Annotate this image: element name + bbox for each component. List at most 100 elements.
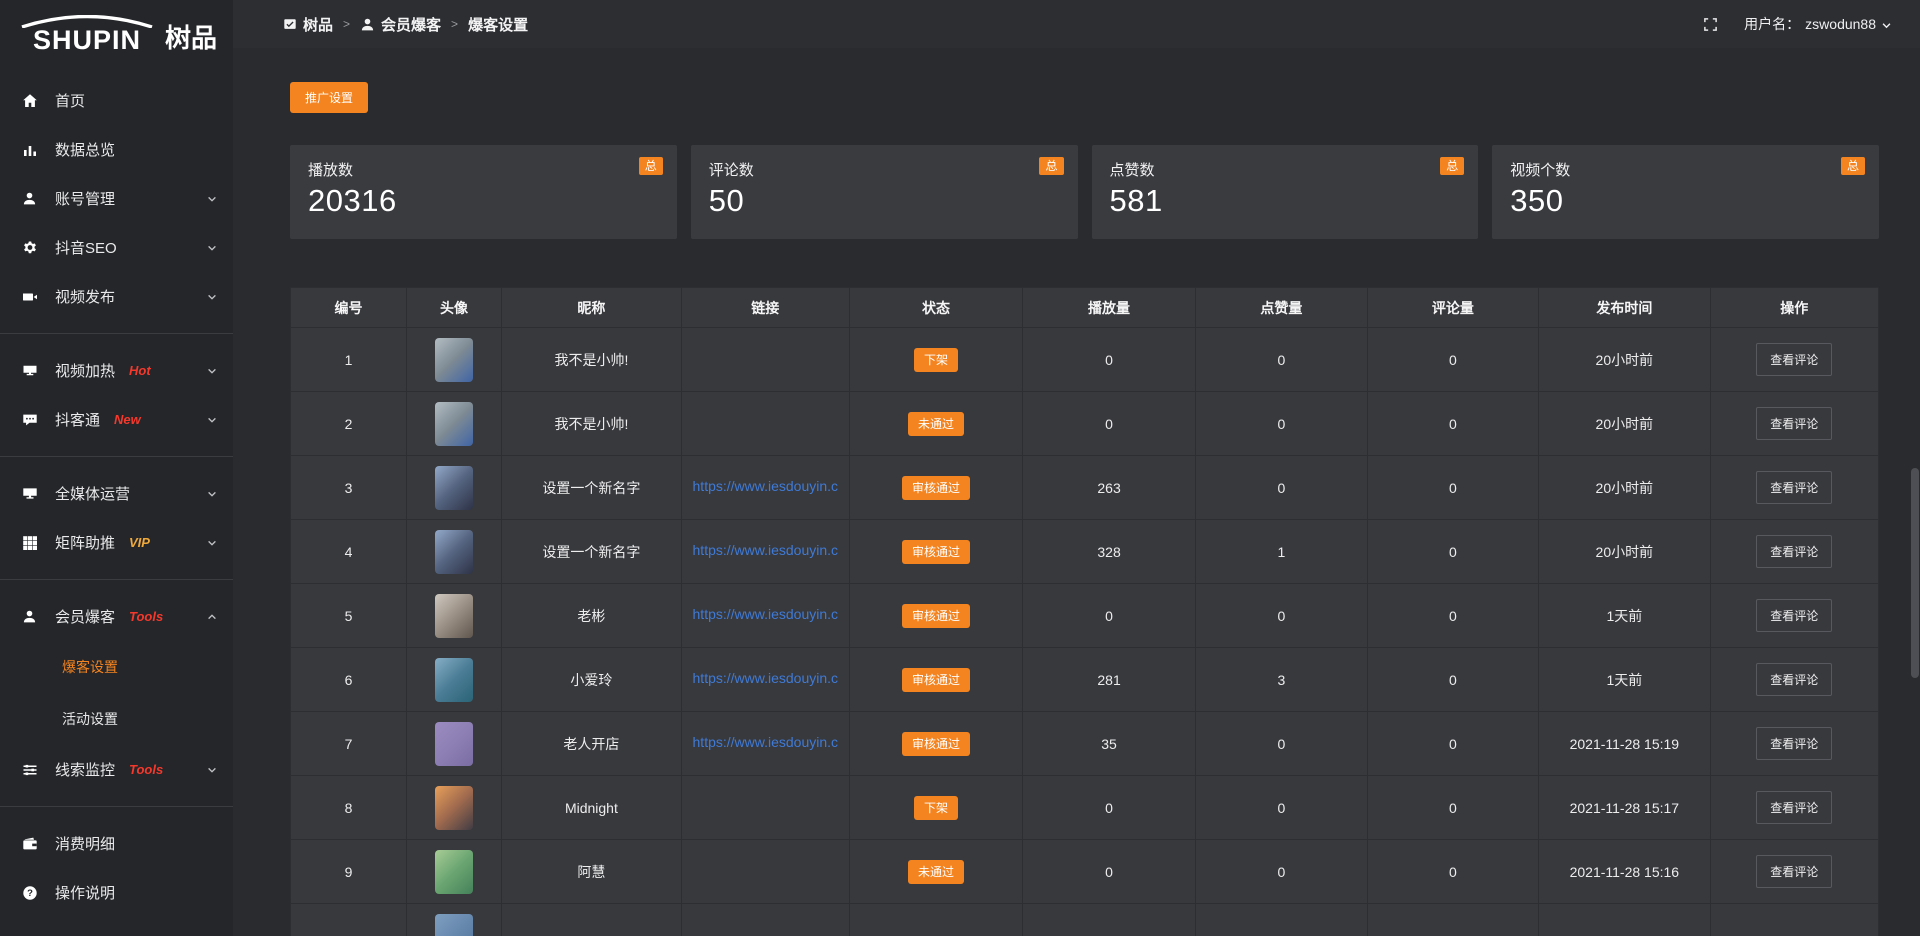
table-cell: 7 [291,712,407,776]
user-icon [22,191,40,206]
publish-time: 20小时前 [1596,352,1654,368]
table-cell: 5 [291,584,407,648]
publish-time: 2021-11-28 15:16 [1570,864,1680,880]
sidebar-item[interactable]: 首页 [0,76,233,125]
total-badge: 总 [1039,157,1063,175]
status-badge[interactable]: 审核通过 [902,540,970,564]
sidebar-subitem[interactable]: 活动设置 [0,693,233,745]
sidebar-item-tag: Hot [129,363,151,378]
table-cell: https://www.iesdouyin.c [681,584,849,648]
sidebar-item[interactable]: 会员爆客Tools [0,592,233,641]
table-cell: 1 [1196,520,1368,584]
status-badge[interactable]: 审核通过 [902,476,970,500]
user-menu[interactable]: 用户名：zswodun88 [1744,14,1892,34]
table-row: 1我不是小帅!下架00020小时前查看评论 [291,328,1879,392]
stat-card: 视频个数350总 [1492,145,1879,239]
stat-label: 视频个数 [1510,159,1861,180]
fullscreen-icon[interactable] [1703,17,1718,32]
play-count: 281 [1097,672,1120,688]
sidebar-item[interactable]: 矩阵助推VIP [0,518,233,567]
view-comments-button[interactable]: 查看评论 [1756,727,1832,760]
table-cell: 查看评论 [1710,712,1878,776]
sidebar-item[interactable]: 数据总览 [0,125,233,174]
sidebar-item-label: 线索监控 [55,759,115,780]
sidebar-item[interactable]: 线索监控Tools [0,745,233,794]
sidebar-divider [0,579,233,580]
table-cell [681,840,849,904]
view-comments-button[interactable]: 查看评论 [1756,471,1832,504]
status-badge[interactable]: 下架 [914,348,958,372]
sidebar-item[interactable]: 视频加热Hot [0,346,233,395]
view-comments-button[interactable]: 查看评论 [1756,343,1832,376]
table-header-row: 编号头像昵称链接状态播放量点赞量评论量发布时间操作 [291,288,1879,328]
scrollbar-thumb[interactable] [1911,468,1919,678]
view-comments-button[interactable]: 查看评论 [1756,791,1832,824]
row-id: 4 [345,544,353,560]
table-row: 2我不是小帅!未通过00020小时前查看评论 [291,392,1879,456]
table-cell: 我不是小帅! [502,328,681,392]
grid-icon [22,535,40,551]
status-badge[interactable]: 未通过 [908,860,964,884]
table-cell: 审核通过 [849,584,1022,648]
table-cell [406,904,501,936]
sidebar-item[interactable]: 全媒体运营 [0,469,233,518]
scrollbar[interactable] [1911,48,1919,936]
breadcrumb-item[interactable]: 树品 [283,14,333,35]
row-id: 8 [345,800,353,816]
sidebar-item[interactable]: ?操作说明 [0,868,233,917]
sidebar-item-label: 抖音SEO [55,237,117,258]
avatar [435,530,473,574]
breadcrumb-item[interactable]: 爆客设置 [468,14,528,35]
status-badge[interactable]: 审核通过 [902,668,970,692]
row-id: 7 [345,736,353,752]
dashboard-icon [283,17,297,31]
sidebar-subitem[interactable]: 爆客设置 [0,641,233,693]
chevron-down-icon [206,365,218,377]
video-link[interactable]: https://www.iesdouyin.c [693,734,839,750]
sidebar-item[interactable]: 消费明细 [0,819,233,868]
sidebar-item[interactable]: 抖音SEO [0,223,233,272]
status-badge[interactable]: 审核通过 [902,732,970,756]
view-comments-button[interactable]: 查看评论 [1756,599,1832,632]
nickname: 小爱玲 [570,672,612,688]
view-comments-button[interactable]: 查看评论 [1756,855,1832,888]
table-cell: 263 [1023,456,1196,520]
breadcrumb-item[interactable]: 会员爆客 [360,14,441,35]
play-count: 263 [1097,480,1120,496]
stat-card: 播放数20316总 [290,145,677,239]
table-cell: 0 [1367,712,1539,776]
video-link[interactable]: https://www.iesdouyin.c [693,606,839,622]
avatar [435,402,473,446]
video-link[interactable]: https://www.iesdouyin.c [693,670,839,686]
status-badge[interactable]: 审核通过 [902,604,970,628]
video-icon [22,289,40,305]
view-comments-button[interactable]: 查看评论 [1756,407,1832,440]
sidebar-item[interactable]: 账号管理 [0,174,233,223]
topbar: 树品>会员爆客>爆客设置 用户名：zswodun88 [233,0,1920,48]
sidebar-item-label: 首页 [55,90,85,111]
breadcrumb-label: 爆客设置 [468,14,528,35]
promo-settings-button[interactable]: 推广设置 [290,82,368,113]
table-cell: 0 [1367,776,1539,840]
sidebar-item[interactable]: 抖客通New [0,395,233,444]
status-badge[interactable]: 下架 [914,796,958,820]
table-cell [406,840,501,904]
sliders-icon [22,762,40,778]
table-cell: 2021-11-28 15:16 [1539,840,1711,904]
table-cell: https://www.iesdouyin.c [681,520,849,584]
sidebar-item-tag: VIP [129,535,150,550]
table-cell: 查看评论 [1710,840,1878,904]
table-cell [681,328,849,392]
view-comments-button[interactable]: 查看评论 [1756,663,1832,696]
table-cell: 6 [291,648,407,712]
view-comments-button[interactable]: 查看评论 [1756,535,1832,568]
sidebar-item[interactable]: 视频发布 [0,272,233,321]
member-icon [22,609,40,624]
video-link[interactable]: https://www.iesdouyin.c [693,542,839,558]
video-link[interactable]: https://www.iesdouyin.c [693,478,839,494]
status-badge[interactable]: 未通过 [908,412,964,436]
table-row: 9阿慧未通过0002021-11-28 15:16查看评论 [291,840,1879,904]
breadcrumb: 树品>会员爆客>爆客设置 [283,14,528,35]
table-cell: 0 [1023,584,1196,648]
table-cell [406,456,501,520]
